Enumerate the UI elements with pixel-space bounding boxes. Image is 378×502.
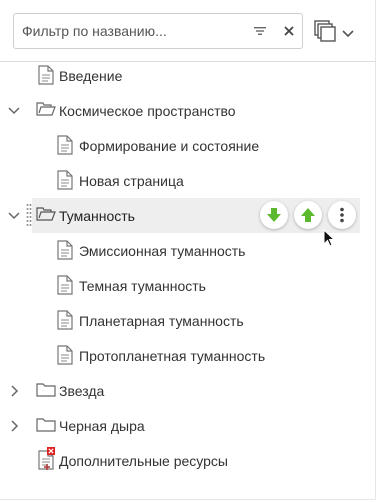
more-actions-button[interactable] (328, 201, 356, 229)
chevron-right-icon[interactable] (6, 418, 22, 434)
tree-item-label: Протопланетная туманность (79, 348, 266, 364)
tree-item-label: Планетарная туманность (79, 313, 244, 329)
page-error-icon (37, 447, 57, 471)
view-mode-dropdown[interactable] (314, 18, 358, 44)
filter-field[interactable] (13, 13, 303, 49)
tree-item-planetary-nebula[interactable]: Планетарная туманность (0, 303, 376, 338)
mouse-cursor-icon (323, 228, 337, 247)
page-icon (57, 345, 75, 365)
sort-filter-icon[interactable] (250, 21, 270, 41)
page-icon (57, 275, 75, 295)
tree-item-label: Дополнительные ресурсы (59, 453, 228, 469)
tree-item-emission-nebula[interactable]: Эмиссионная туманность (0, 233, 376, 268)
arrow-down-icon (266, 207, 282, 223)
page-icon (57, 135, 75, 155)
tree-item-introduction[interactable]: Введение (0, 58, 376, 93)
tree-item-label: Черная дыра (59, 418, 145, 434)
tree-item-black-hole[interactable]: Черная дыра (0, 408, 376, 443)
tree-item-protoplanetary-nebula[interactable]: Протопланетная туманность (0, 338, 376, 373)
chevron-down-icon[interactable] (6, 208, 22, 224)
page-icon (57, 310, 75, 330)
page-icon (38, 65, 56, 85)
chevron-right-icon[interactable] (6, 383, 22, 399)
tree-item-label: Новая страница (79, 173, 184, 189)
page-icon (57, 170, 75, 190)
tree-item-label: Введение (59, 68, 123, 84)
tree-item-label: Формирование и состояние (79, 138, 260, 154)
arrow-up-icon (300, 207, 316, 223)
tree-item-new-page[interactable]: Новая страница (0, 163, 376, 198)
folder-icon (36, 382, 56, 402)
copy-pages-icon (314, 20, 336, 42)
tree-item-dark-nebula[interactable]: Темная туманность (0, 268, 376, 303)
chevron-down-icon[interactable] (6, 103, 22, 119)
tree-item-nebula[interactable]: Туманность (0, 198, 376, 233)
move-up-button[interactable] (294, 201, 322, 229)
chevron-down-icon (341, 26, 355, 38)
page-icon (57, 240, 75, 260)
folder-open-icon (36, 101, 56, 121)
tree-item-star[interactable]: Звезда (0, 373, 376, 408)
drag-handle-icon[interactable] (26, 203, 32, 228)
tree-item-label: Туманность (59, 208, 135, 224)
tree-item-space[interactable]: Космическое пространство (0, 93, 376, 128)
tree-item-additional-resources[interactable]: Дополнительные ресурсы (0, 443, 376, 478)
move-down-button[interactable] (260, 201, 288, 229)
close-icon[interactable] (279, 21, 299, 41)
folder-open-icon (36, 206, 56, 226)
tree-item-label: Космическое пространство (59, 103, 236, 119)
pages-panel: Введение Космическое пространство Формир… (0, 0, 376, 500)
tree-item-label: Эмиссионная туманность (79, 243, 246, 259)
folder-icon (36, 417, 56, 437)
tree-item-formation[interactable]: Формирование и состояние (0, 128, 376, 163)
tree-item-label: Темная туманность (79, 278, 206, 294)
filter-input[interactable] (22, 21, 242, 41)
more-vertical-icon (339, 207, 345, 223)
tree-item-label: Звезда (59, 383, 105, 399)
